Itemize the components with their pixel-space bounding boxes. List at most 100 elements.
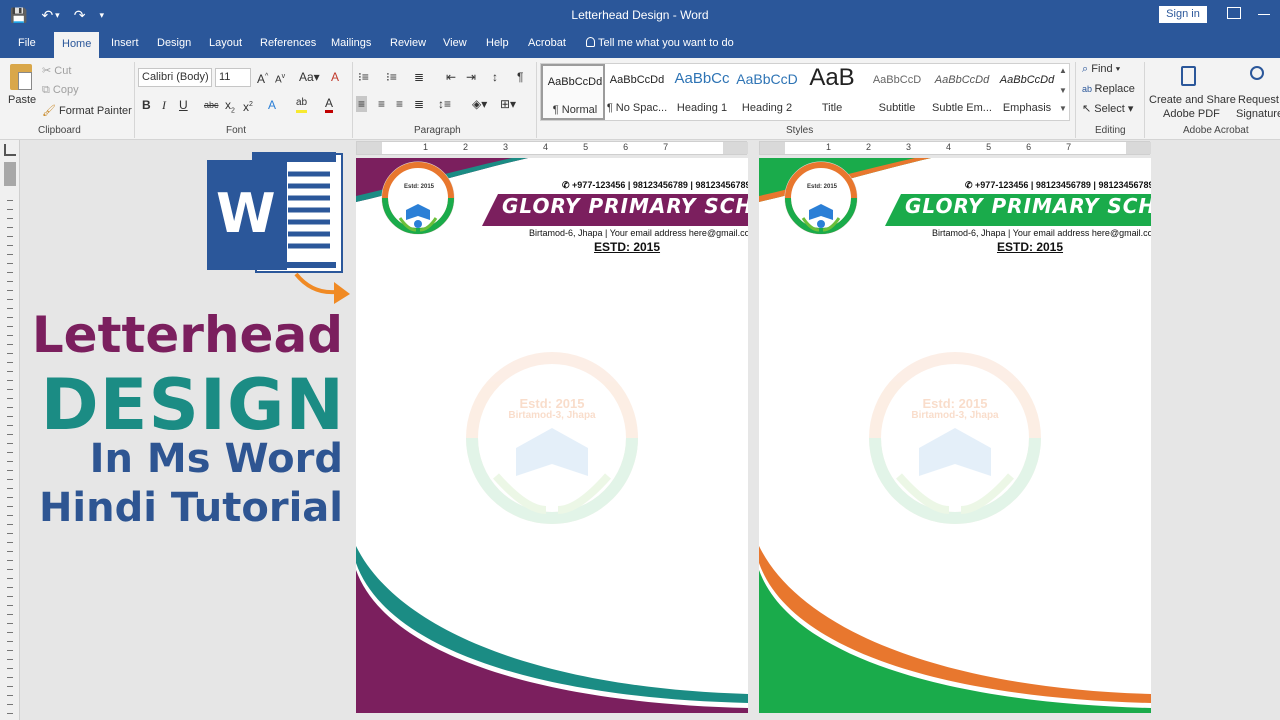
paragraph-group-label: Paragraph	[414, 125, 461, 136]
align-center-icon[interactable]: ≡	[378, 97, 385, 111]
font-size-box[interactable]: 11	[215, 68, 251, 87]
style-normal[interactable]: AaBbCcDd ¶ Normal	[541, 64, 605, 120]
increase-indent-icon[interactable]: ⇥	[466, 70, 476, 84]
document-title: Letterhead Design - Word	[571, 8, 709, 22]
word-logo-letter: W	[216, 182, 276, 245]
estd-line: ESTD: 2015	[594, 240, 661, 254]
superscript-icon[interactable]: x2	[243, 98, 253, 114]
highlight-icon[interactable]: ab	[296, 96, 308, 113]
acrobat-group-label: Adobe Acrobat	[1183, 125, 1249, 136]
style-no-spacing[interactable]: AaBbCcDd ¶ No Spac...	[605, 64, 669, 120]
document-page-green[interactable]: Estd: 2015 Estd: 2015 Birtamod-3, Jhapa …	[759, 158, 1151, 713]
request-signatures-button[interactable]: Request Signatures	[1236, 62, 1280, 122]
document-page-purple[interactable]: Estd: 2015 Estd: 2015 Birtamod-3, Jhapa …	[356, 158, 748, 713]
font-name-box[interactable]: Calibri (Body)	[138, 68, 212, 87]
align-left-icon[interactable]: ≡	[356, 96, 368, 112]
lightbulb-icon	[586, 37, 595, 47]
group-separator	[536, 62, 537, 138]
paste-doc-icon	[18, 72, 32, 90]
paste-button[interactable]: Paste	[6, 62, 36, 120]
font-color-icon[interactable]: A	[325, 96, 334, 113]
underline-icon[interactable]: U	[179, 98, 188, 112]
watermark-place: Birtamod-3, Jhapa	[508, 410, 596, 421]
ribbon-display-options-icon[interactable]	[1227, 7, 1241, 19]
styles-more-icon[interactable]: ▼	[1059, 104, 1067, 113]
tab-help[interactable]: Help	[486, 37, 509, 49]
tab-references[interactable]: References	[260, 37, 316, 49]
cut-button[interactable]: ✂ Cut	[42, 64, 71, 77]
styles-gallery: AaBbCcDd ¶ Normal AaBbCcDd ¶ No Spac... …	[540, 63, 1070, 121]
shading-icon[interactable]: ◈▾	[472, 97, 487, 111]
borders-icon[interactable]: ⊞▾	[500, 97, 516, 111]
word-logo-lines	[288, 171, 330, 249]
tab-view[interactable]: View	[443, 37, 467, 49]
bold-icon[interactable]: B	[142, 98, 151, 112]
search-icon: ⌕	[1082, 63, 1092, 75]
decrease-indent-icon[interactable]: ⇤	[446, 70, 456, 84]
bullets-icon[interactable]: ⁝≡	[358, 70, 369, 84]
subscript-icon[interactable]: x2	[225, 98, 235, 118]
shrink-font-icon[interactable]: Av	[275, 70, 285, 87]
title-bar: 💾 ↶ ▾ ↷ ▾ Letterhead Design - Word Sign …	[0, 0, 1280, 30]
paintbrush-icon: 🖌	[42, 105, 60, 117]
tell-me-label: Tell me what you want to do	[598, 37, 734, 49]
letterhead-graphics	[356, 158, 748, 713]
numbering-icon[interactable]: ⁝≡	[386, 70, 397, 84]
justify-icon[interactable]: ≣	[414, 97, 424, 111]
align-right-icon[interactable]: ≡	[396, 97, 403, 111]
line-spacing-icon[interactable]: ↕≡	[438, 97, 451, 111]
group-separator	[352, 62, 353, 138]
style-heading-2[interactable]: AaBbCcD Heading 2	[735, 64, 799, 120]
horizontal-ruler[interactable]: 1234567	[759, 141, 1151, 155]
tutorial-overlay: W Letterhead DESIGN In Ms Word Hindi Tut…	[0, 140, 355, 720]
style-subtitle[interactable]: AaBbCcD Subtitle	[865, 64, 929, 120]
ruler-margin-shade	[357, 142, 382, 154]
sign-in-button[interactable]: Sign in	[1159, 6, 1207, 23]
editing-group-label: Editing	[1095, 125, 1126, 136]
sort-icon[interactable]: ↕	[492, 70, 498, 84]
ribbon-tabs: File Home Insert Design Layout Reference…	[0, 30, 1280, 58]
pilcrow-icon[interactable]: ¶	[517, 70, 523, 84]
styles-scroll-up-icon[interactable]: ▲	[1059, 66, 1067, 75]
tab-mailings[interactable]: Mailings	[331, 37, 371, 49]
phone-icon: ✆	[965, 180, 976, 190]
ruler-margin-shade	[723, 142, 748, 154]
ribbon-home: Paste ✂ Cut ⧉ Copy 🖌 Format Painter Clip…	[0, 58, 1280, 140]
find-button[interactable]: ⌕ Find ▾	[1082, 63, 1120, 76]
tab-review[interactable]: Review	[390, 37, 426, 49]
clear-formatting-icon[interactable]: A	[331, 70, 339, 84]
horizontal-ruler[interactable]: 1234567	[356, 141, 748, 155]
tab-acrobat[interactable]: Acrobat	[528, 37, 566, 49]
tab-file[interactable]: File	[18, 37, 36, 49]
ruler-margin-shade	[1126, 142, 1151, 154]
style-subtle-emphasis[interactable]: AaBbCcDd Subtle Em...	[930, 64, 994, 120]
strikethrough-icon[interactable]: abc	[204, 98, 219, 112]
tab-design[interactable]: Design	[157, 37, 191, 49]
watermark-logo	[869, 352, 1041, 524]
format-painter-button[interactable]: 🖌 Format Painter	[42, 104, 132, 117]
tab-home[interactable]: Home	[54, 32, 100, 58]
styles-scroll-down-icon[interactable]: ▼	[1059, 86, 1067, 95]
scissors-icon: ✂	[42, 65, 55, 77]
tab-insert[interactable]: Insert	[111, 37, 139, 49]
styles-group-label: Styles	[786, 125, 814, 136]
minimize-icon[interactable]	[1258, 14, 1270, 15]
style-title[interactable]: AaB Title	[800, 64, 864, 120]
tab-layout[interactable]: Layout	[209, 37, 242, 49]
select-button[interactable]: ↖ Select ▾	[1082, 102, 1133, 115]
clipboard-group-label: Clipboard	[38, 125, 81, 136]
style-heading-1[interactable]: AaBbCc Heading 1	[670, 64, 734, 120]
tutorial-line-design: DESIGN	[40, 364, 345, 446]
change-case-icon[interactable]: Aa▾	[299, 70, 320, 84]
school-name: GLORY PRIMARY SCHOOL	[502, 194, 748, 218]
style-emphasis[interactable]: AaBbCcDd Emphasis	[995, 64, 1059, 120]
grow-font-icon[interactable]: A^	[257, 70, 268, 86]
multilevel-list-icon[interactable]: ≣	[414, 70, 424, 84]
copy-button[interactable]: ⧉ Copy	[42, 84, 79, 97]
tell-me-box[interactable]: Tell me what you want to do	[586, 37, 734, 49]
replace-button[interactable]: ab Replace	[1082, 83, 1135, 95]
italic-icon[interactable]: I	[162, 98, 166, 112]
signature-icon	[1250, 66, 1264, 80]
text-effects-icon[interactable]: A	[268, 98, 276, 112]
create-share-pdf-button[interactable]: Create and Share Adobe PDF	[1147, 62, 1236, 122]
